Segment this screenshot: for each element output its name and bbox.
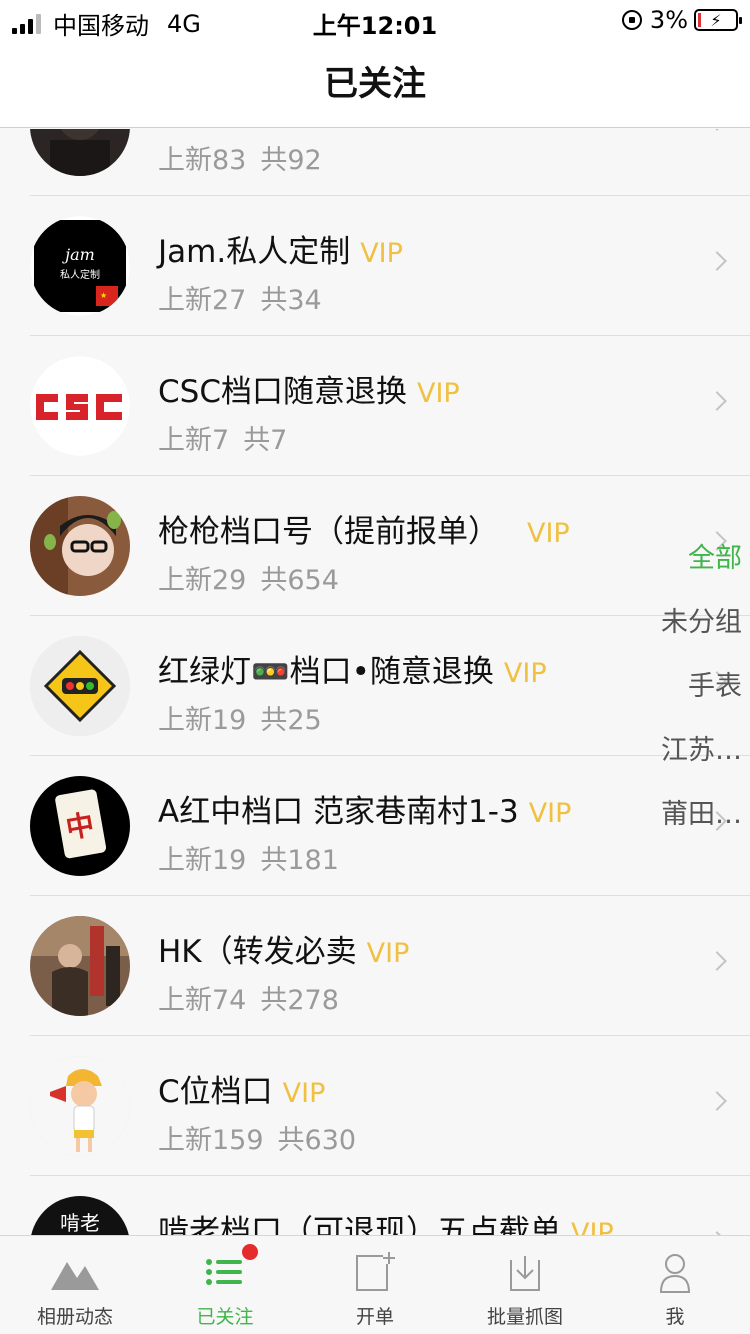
store-name: Jam.私人定制 VIP bbox=[158, 234, 403, 270]
chevron-right-icon bbox=[707, 251, 727, 271]
total-count: 共34 bbox=[260, 285, 322, 316]
svg-text:中: 中 bbox=[63, 808, 96, 845]
store-stats: 上新74 共278 bbox=[158, 978, 339, 1017]
total-count: 共92 bbox=[260, 145, 322, 176]
vip-badge: VIP bbox=[571, 1218, 614, 1235]
list-item[interactable]: 上新83 共92 bbox=[0, 129, 750, 196]
total-count: 共654 bbox=[260, 565, 339, 596]
svg-text:私人定制: 私人定制 bbox=[60, 268, 100, 281]
list-item[interactable]: CSC档口随意退换 VIP 上新7 共7 bbox=[0, 336, 750, 476]
person-icon bbox=[649, 1250, 701, 1294]
status-right: 3% ⚡ bbox=[621, 6, 742, 34]
avatar: 中 bbox=[30, 776, 130, 876]
group-filter[interactable]: 全部 未分组 手表 江苏… 莆田… bbox=[632, 536, 742, 856]
tab-new-order[interactable]: 开单 bbox=[300, 1236, 450, 1334]
store-name: HK（转发必卖 VIP bbox=[158, 934, 410, 970]
tab-album-feed[interactable]: 相册动态 bbox=[0, 1236, 150, 1334]
chevron-right-icon bbox=[707, 1091, 727, 1111]
notification-badge bbox=[242, 1244, 258, 1260]
store-name: 红绿灯🚥档口•随意退换 VIP bbox=[158, 654, 547, 690]
chevron-right-icon bbox=[707, 951, 727, 971]
store-name: 啃老档口（可退现）五点截单 VIP bbox=[158, 1206, 614, 1235]
new-order-icon bbox=[349, 1250, 401, 1294]
new-count: 上新159 bbox=[158, 1125, 264, 1156]
chevron-right-icon bbox=[707, 129, 727, 131]
total-count: 共181 bbox=[260, 845, 339, 876]
group-watch[interactable]: 手表 bbox=[632, 664, 742, 728]
store-stats: 上新159 共630 bbox=[158, 1118, 356, 1157]
list-item[interactable]: HK（转发必卖 VIP 上新74 共278 bbox=[0, 896, 750, 1036]
vip-badge: VIP bbox=[360, 238, 403, 269]
store-stats: 上新29 共654 bbox=[158, 558, 339, 597]
new-count: 上新7 bbox=[158, 425, 230, 456]
tab-label: 相册动态 bbox=[36, 1306, 113, 1328]
vip-badge: VIP bbox=[416, 378, 460, 409]
store-name: A红中档口 范家巷南村1-3 VIP bbox=[158, 794, 572, 830]
new-count: 上新27 bbox=[158, 285, 247, 316]
navigation-bar: 已关注 bbox=[0, 40, 750, 128]
store-name: C位档口 VIP bbox=[158, 1074, 326, 1110]
svg-text:啃老: 啃老 bbox=[60, 1211, 100, 1235]
download-icon bbox=[499, 1250, 551, 1294]
tab-me[interactable]: 我 bbox=[600, 1236, 750, 1334]
new-count: 上新29 bbox=[158, 565, 247, 596]
avatar bbox=[30, 916, 130, 1016]
vip-badge: VIP bbox=[528, 798, 572, 829]
vip-badge: VIP bbox=[503, 658, 547, 689]
vip-badge: VIP bbox=[282, 1078, 326, 1109]
svg-text:jam: jam bbox=[62, 245, 95, 264]
vip-badge: VIP bbox=[527, 518, 570, 549]
group-jiangsu[interactable]: 江苏… bbox=[632, 728, 742, 792]
avatar bbox=[30, 1056, 130, 1156]
group-putian[interactable]: 莆田… bbox=[632, 792, 742, 856]
store-stats: 上新83 共92 bbox=[158, 138, 322, 177]
battery-icon: ⚡ bbox=[694, 9, 742, 31]
avatar: 啃老 bbox=[30, 1196, 130, 1235]
new-count: 上新19 bbox=[158, 845, 247, 876]
total-count: 共7 bbox=[243, 425, 288, 456]
tab-following[interactable]: 已关注 bbox=[150, 1236, 300, 1334]
list-item[interactable]: C位档口 VIP 上新159 共630 bbox=[0, 1036, 750, 1176]
new-count: 上新74 bbox=[158, 985, 247, 1016]
total-count: 共630 bbox=[277, 1125, 357, 1156]
status-bar: 中国移动 4G 上午12:01 3% ⚡ bbox=[0, 0, 750, 40]
vip-badge: VIP bbox=[366, 938, 410, 969]
total-count: 共278 bbox=[260, 985, 339, 1016]
tab-batch-capture[interactable]: 批量抓图 bbox=[450, 1236, 600, 1334]
tab-label: 批量抓图 bbox=[486, 1306, 563, 1328]
store-stats: 上新7 共7 bbox=[158, 418, 287, 457]
store-stats: 上新19 共181 bbox=[158, 838, 339, 877]
avatar: jam 私人定制 ★ bbox=[30, 216, 130, 316]
group-all[interactable]: 全部 bbox=[632, 536, 742, 600]
store-name: CSC档口随意退换 VIP bbox=[158, 374, 460, 410]
list-item[interactable]: jam 私人定制 ★ Jam.私人定制 VIP 上新27 共34 bbox=[0, 196, 750, 336]
chevron-right-icon bbox=[707, 391, 727, 411]
orientation-lock-icon bbox=[621, 10, 642, 30]
tab-label: 已关注 bbox=[196, 1306, 254, 1328]
avatar bbox=[30, 636, 130, 736]
store-stats: 上新19 共25 bbox=[158, 698, 322, 737]
tab-bar: 相册动态 已关注 开单 批量抓图 我 bbox=[0, 1235, 750, 1334]
mountain-icon bbox=[49, 1250, 101, 1294]
tab-label: 我 bbox=[665, 1306, 685, 1328]
store-stats: 上新27 共34 bbox=[158, 278, 322, 317]
store-name: 枪枪档口号（提前报单） VIP bbox=[158, 514, 570, 550]
battery-percent: 3% bbox=[649, 6, 688, 34]
avatar bbox=[30, 356, 130, 456]
svg-text:★: ★ bbox=[100, 291, 107, 300]
avatar bbox=[30, 129, 130, 176]
new-count: 上新83 bbox=[158, 145, 247, 176]
tab-label: 开单 bbox=[355, 1306, 394, 1328]
new-count: 上新19 bbox=[158, 705, 247, 736]
group-ungrouped[interactable]: 未分组 bbox=[632, 600, 742, 664]
total-count: 共25 bbox=[260, 705, 322, 736]
avatar bbox=[30, 496, 130, 596]
list-item[interactable]: 啃老 啃老档口（可退现）五点截单 VIP bbox=[0, 1176, 750, 1235]
page-title: 已关注 bbox=[324, 64, 426, 104]
